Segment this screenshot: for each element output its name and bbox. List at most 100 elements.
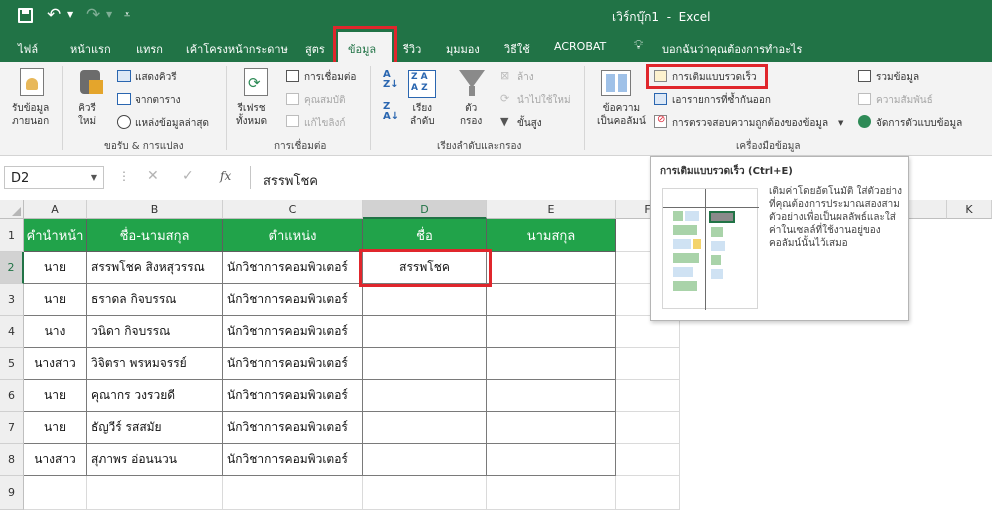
cell-c8[interactable]: นักวิชาการคอมพิวเตอร์ bbox=[223, 444, 363, 476]
name-box-dropdown-icon[interactable]: ▼ bbox=[91, 173, 97, 182]
cell-d7[interactable] bbox=[363, 412, 487, 444]
row-header-8[interactable]: 8 bbox=[0, 444, 24, 476]
from-table-button[interactable]: จากตาราง bbox=[135, 93, 181, 108]
table-header-firstname[interactable]: ชื่อ bbox=[363, 219, 487, 252]
get-external-data-icon[interactable] bbox=[20, 68, 44, 96]
cell-e9[interactable] bbox=[487, 476, 616, 510]
cell-a2[interactable]: นาย bbox=[24, 252, 87, 284]
cell-b7[interactable]: ธัญวีร์ รสสมัย bbox=[87, 412, 223, 444]
cell-f6[interactable] bbox=[616, 380, 680, 412]
cell-c5[interactable]: นักวิชาการคอมพิวเตอร์ bbox=[223, 348, 363, 380]
column-header-a[interactable]: A bbox=[24, 200, 87, 219]
new-query-button[interactable]: คิวรี ใหม่ bbox=[78, 102, 96, 128]
row-header-1[interactable]: 1 bbox=[0, 219, 24, 252]
column-header-d[interactable]: D bbox=[363, 200, 487, 219]
new-query-icon[interactable] bbox=[80, 70, 103, 94]
data-validation-button[interactable]: การตรวจสอบความถูกต้องของข้อมูล bbox=[672, 116, 828, 131]
refresh-all-button[interactable]: รีเฟรช ทั้งหมด bbox=[236, 102, 267, 128]
cell-d3[interactable] bbox=[363, 284, 487, 316]
table-header-fullname[interactable]: ชื่อ-นามสกุล bbox=[87, 219, 223, 252]
cell-d6[interactable] bbox=[363, 380, 487, 412]
cell-d9[interactable] bbox=[363, 476, 487, 510]
text-to-columns-icon[interactable] bbox=[601, 70, 631, 96]
tab-view[interactable]: มุมมอง bbox=[446, 40, 480, 58]
consolidate-button[interactable]: รวมข้อมูล bbox=[876, 70, 919, 85]
confirm-entry-icon[interactable]: ✓ bbox=[182, 168, 194, 184]
cell-c3[interactable]: นักวิชาการคอมพิวเตอร์ bbox=[223, 284, 363, 316]
tell-me-search[interactable]: บอกฉันว่าคุณต้องการทำอะไร bbox=[662, 40, 802, 58]
text-to-columns-button[interactable]: ข้อความ เป็นคอลัมน์ bbox=[597, 102, 646, 128]
edit-links-button[interactable]: แก้ไขลิงก์ bbox=[304, 116, 345, 131]
cell-b4[interactable]: วนิดา กิจบรรณ bbox=[87, 316, 223, 348]
tab-file[interactable]: ไฟล์ bbox=[18, 40, 38, 58]
cell-c7[interactable]: นักวิชาการคอมพิวเตอร์ bbox=[223, 412, 363, 444]
cell-b8[interactable]: สุภาพร อ่อนนวน bbox=[87, 444, 223, 476]
name-box[interactable]: D2 ▼ bbox=[4, 166, 104, 189]
data-validation-dropdown-icon[interactable]: ▼ bbox=[838, 119, 843, 127]
cell-e3[interactable] bbox=[487, 284, 616, 316]
cell-a4[interactable]: นาง bbox=[24, 316, 87, 348]
clear-button[interactable]: ล้าง bbox=[517, 70, 534, 85]
save-icon[interactable] bbox=[18, 8, 33, 23]
cell-e8[interactable] bbox=[487, 444, 616, 476]
row-header-2[interactable]: 2 bbox=[0, 252, 24, 284]
cell-f5[interactable] bbox=[616, 348, 680, 380]
cell-b2[interactable]: สรรพโชค สิงหสุวรรณ bbox=[87, 252, 223, 284]
relationships-button[interactable]: ความสัมพันธ์ bbox=[876, 93, 933, 108]
tab-help[interactable]: วิธีใช้ bbox=[504, 40, 530, 58]
get-external-data-button[interactable]: รับข้อมูล ภายนอก bbox=[12, 102, 49, 128]
cell-b5[interactable]: วิจิตรา พรหมจรรย์ bbox=[87, 348, 223, 380]
cell-a9[interactable] bbox=[24, 476, 87, 510]
cell-c4[interactable]: นักวิชาการคอมพิวเตอร์ bbox=[223, 316, 363, 348]
cell-a3[interactable]: นาย bbox=[24, 284, 87, 316]
cancel-entry-icon[interactable]: ✕ bbox=[147, 168, 159, 184]
cell-c6[interactable]: นักวิชาการคอมพิวเตอร์ bbox=[223, 380, 363, 412]
redo-dropdown-icon[interactable]: ▼ bbox=[106, 10, 112, 19]
refresh-all-icon[interactable]: ⟳ bbox=[244, 68, 268, 96]
advanced-button[interactable]: ขั้นสูง bbox=[517, 116, 542, 131]
cell-b3[interactable]: ธราดล กิจบรรณ bbox=[87, 284, 223, 316]
formula-bar-grip-icon[interactable]: ⋮ bbox=[118, 169, 130, 183]
sort-button[interactable]: เรียง ลำดับ bbox=[410, 102, 435, 128]
customize-qat-icon[interactable]: ⩡ bbox=[124, 8, 130, 22]
select-all-corner[interactable] bbox=[0, 200, 24, 219]
cell-b9[interactable] bbox=[87, 476, 223, 510]
column-header-e[interactable]: E bbox=[487, 200, 616, 219]
remove-duplicates-button[interactable]: เอารายการที่ซ้ำกันออก bbox=[672, 93, 771, 108]
cell-d5[interactable] bbox=[363, 348, 487, 380]
filter-button[interactable]: ตัว กรอง bbox=[460, 102, 482, 128]
cell-c9[interactable] bbox=[223, 476, 363, 510]
sort-dialog-icon[interactable]: Z AA Z bbox=[408, 70, 436, 98]
cell-e5[interactable] bbox=[487, 348, 616, 380]
tab-insert[interactable]: แทรก bbox=[136, 40, 163, 58]
redo-icon[interactable]: ↷ bbox=[86, 5, 100, 25]
tab-acrobat[interactable]: ACROBAT bbox=[554, 40, 606, 53]
reapply-button[interactable]: นำไปใช้ใหม่ bbox=[517, 93, 571, 108]
column-header-b[interactable]: B bbox=[87, 200, 223, 219]
row-header-5[interactable]: 5 bbox=[0, 348, 24, 380]
cell-a7[interactable]: นาย bbox=[24, 412, 87, 444]
connections-button[interactable]: การเชื่อมต่อ bbox=[304, 70, 356, 85]
recent-sources-button[interactable]: แหล่งข้อมูลล่าสุด bbox=[135, 116, 209, 131]
undo-icon[interactable]: ↶ bbox=[47, 5, 61, 25]
cell-d8[interactable] bbox=[363, 444, 487, 476]
table-header-title[interactable]: คำนำหน้า bbox=[24, 219, 87, 252]
show-queries-button[interactable]: แสดงคิวรี bbox=[135, 70, 177, 85]
row-header-3[interactable]: 3 bbox=[0, 284, 24, 316]
properties-button[interactable]: คุณสมบัติ bbox=[304, 93, 346, 108]
column-header-k[interactable]: K bbox=[947, 200, 992, 219]
cell-e6[interactable] bbox=[487, 380, 616, 412]
manage-data-model-button[interactable]: จัดการตัวแบบข้อมูล bbox=[876, 116, 962, 131]
cell-a5[interactable]: นางสาว bbox=[24, 348, 87, 380]
cell-e2[interactable] bbox=[487, 252, 616, 284]
row-header-6[interactable]: 6 bbox=[0, 380, 24, 412]
cell-a8[interactable]: นางสาว bbox=[24, 444, 87, 476]
tab-page-layout[interactable]: เค้าโครงหน้ากระดาษ bbox=[186, 40, 288, 58]
cell-b6[interactable]: คุณากร วงรวยดี bbox=[87, 380, 223, 412]
cell-a6[interactable]: นาย bbox=[24, 380, 87, 412]
cell-f9[interactable] bbox=[616, 476, 680, 510]
cell-e4[interactable] bbox=[487, 316, 616, 348]
cell-f8[interactable] bbox=[616, 444, 680, 476]
cell-d4[interactable] bbox=[363, 316, 487, 348]
tab-home[interactable]: หน้าแรก bbox=[70, 40, 111, 58]
